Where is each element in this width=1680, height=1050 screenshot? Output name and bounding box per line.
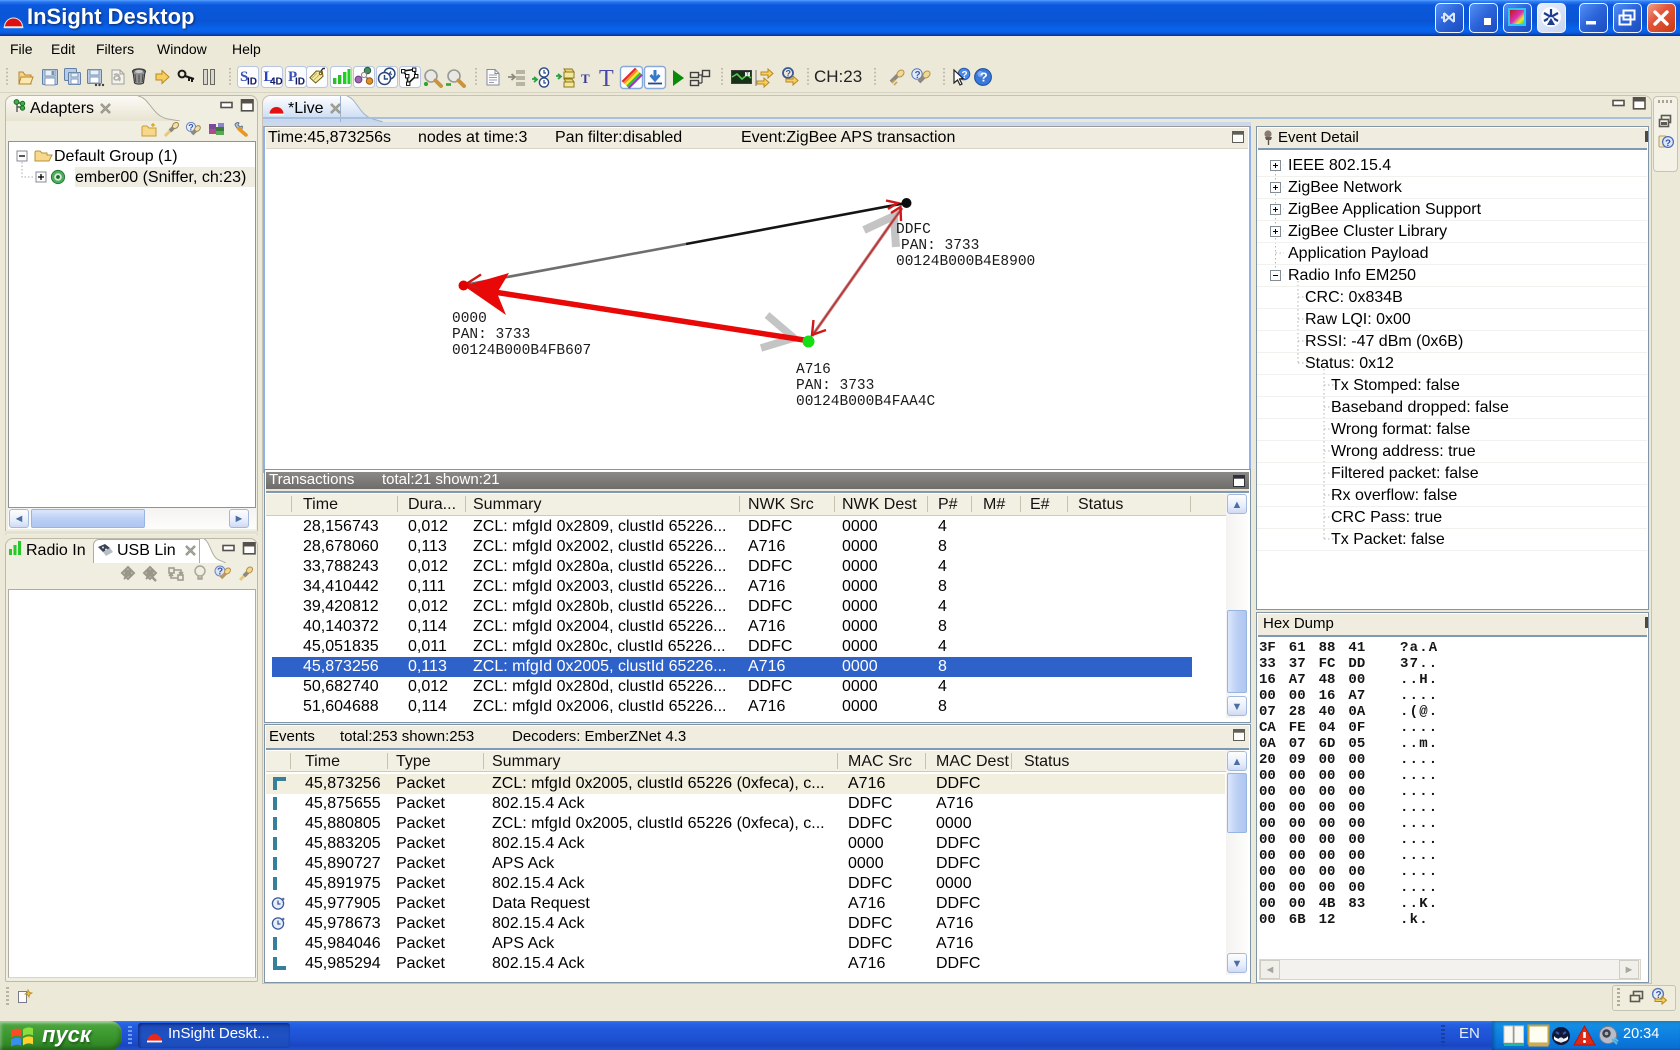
- svg-text:ID: ID: [295, 77, 305, 88]
- svg-text:PAN: 3733: PAN: 3733: [452, 327, 530, 343]
- svg-text:T: T: [599, 66, 614, 92]
- svg-text:4D: 4D: [270, 77, 283, 88]
- svg-text:0000: 0000: [452, 311, 487, 327]
- svg-text:?: ?: [786, 69, 792, 79]
- svg-text:?: ?: [1665, 138, 1671, 149]
- svg-text:ID: ID: [247, 77, 257, 88]
- svg-text:00124B000B4FAA4C: 00124B000B4FAA4C: [796, 394, 936, 410]
- svg-text:?: ?: [980, 70, 988, 85]
- svg-text:?: ?: [962, 70, 968, 81]
- svg-text:T: T: [581, 71, 590, 86]
- svg-text:PAN: 3733: PAN: 3733: [796, 378, 874, 394]
- svg-text:00124B000B4FB607: 00124B000B4FB607: [452, 343, 591, 359]
- svg-text:A716: A716: [796, 362, 831, 378]
- svg-text:PAN: 3733: PAN: 3733: [901, 238, 979, 254]
- svg-text:T: T: [746, 72, 749, 77]
- svg-text:DDFC: DDFC: [896, 222, 931, 238]
- svg-text:00124B000B4E8900: 00124B000B4E8900: [896, 254, 1035, 270]
